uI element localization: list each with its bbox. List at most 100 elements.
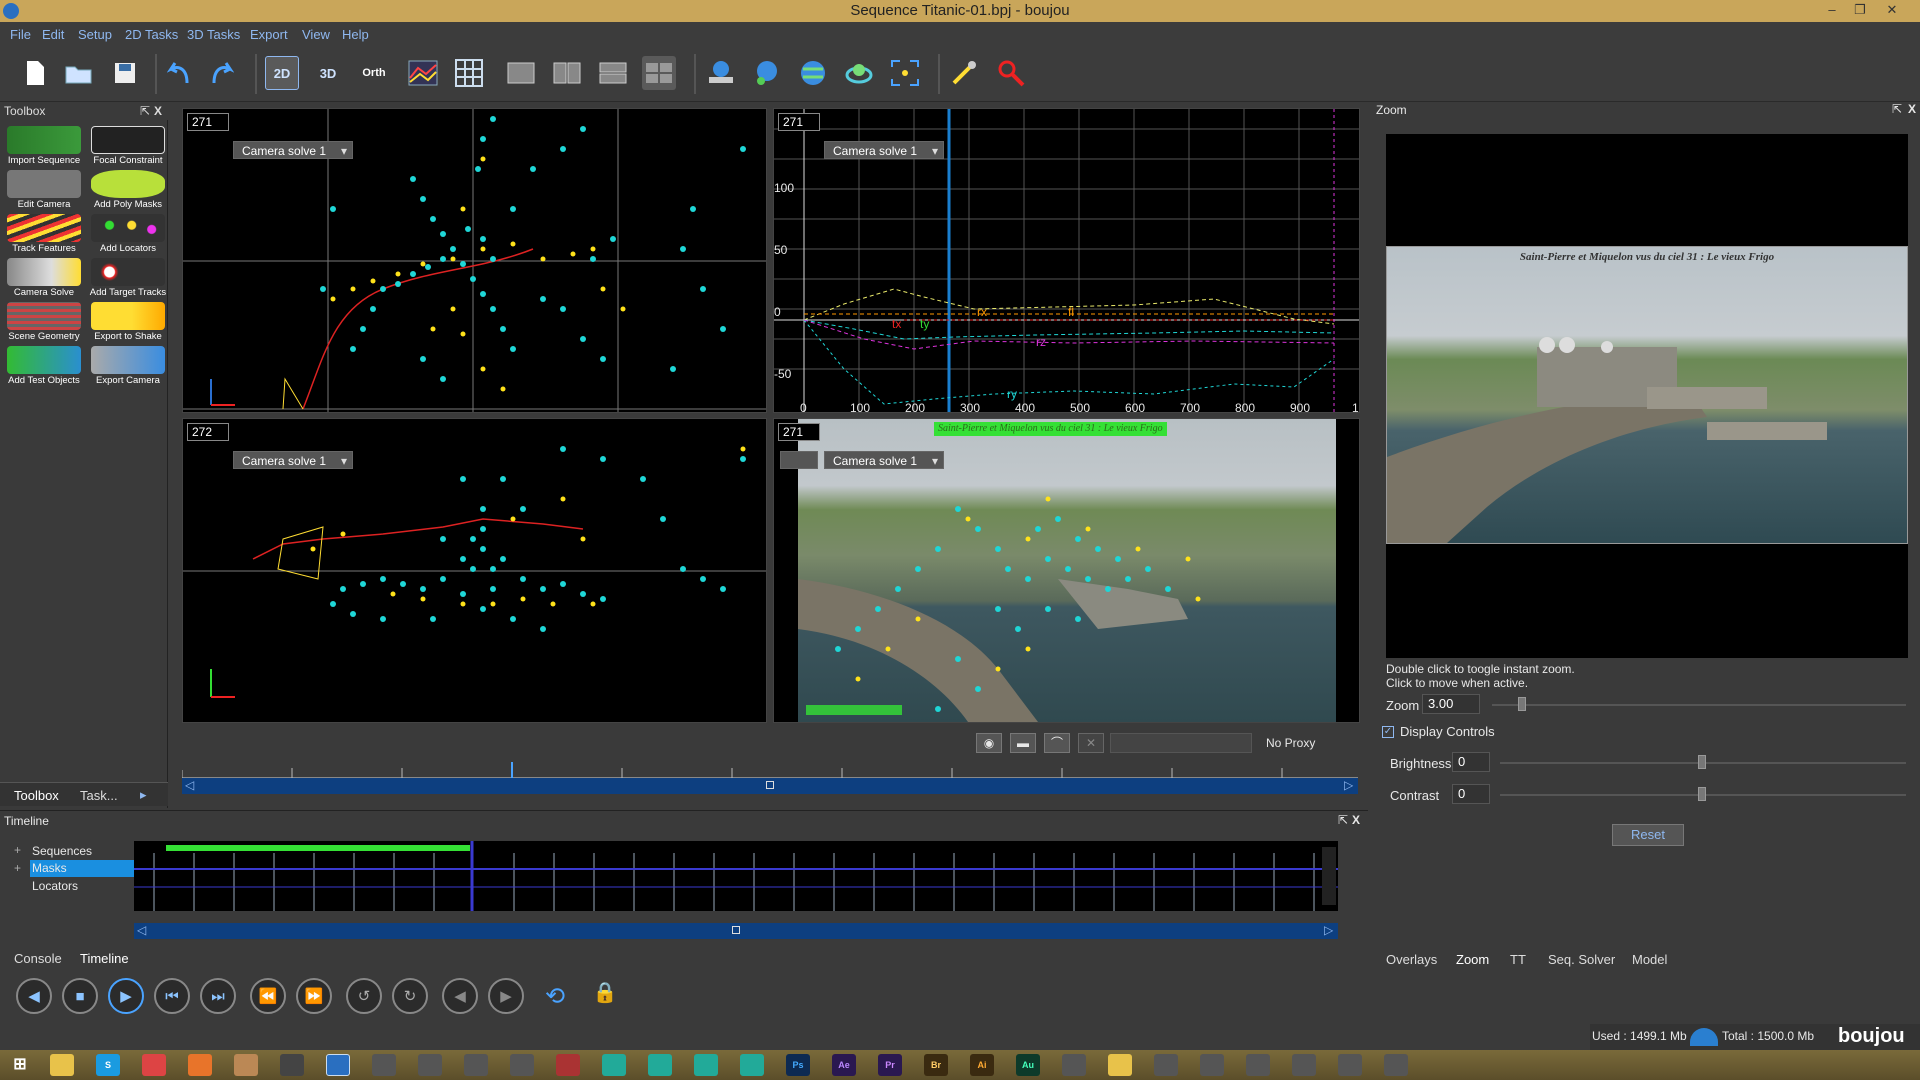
viewport-bottom-left[interactable]: 272 Camera solve 1 — [182, 418, 767, 723]
layout-single-icon[interactable] — [504, 56, 538, 90]
timeline-close-icon[interactable]: X — [1352, 813, 1360, 827]
zoom-view[interactable]: Saint-Pierre et Miquelon vus du ciel 31 … — [1386, 134, 1908, 658]
tab-seq-solver[interactable]: Seq. Solver — [1548, 952, 1615, 967]
frame-number-box[interactable]: 271 — [778, 113, 820, 131]
lock-icon[interactable]: 🔒 — [590, 980, 620, 1010]
tool-scene-geometry[interactable]: Scene Geometry — [4, 300, 84, 344]
tab-scroll-icon[interactable]: ▸ — [140, 787, 147, 803]
app-icon[interactable] — [280, 1054, 304, 1076]
clear-icon[interactable]: ✕ — [1078, 733, 1104, 753]
frame-number-box[interactable]: 271 — [778, 423, 820, 441]
expand-icon[interactable]: + — [14, 843, 21, 857]
tree-item-masks[interactable]: Masks — [30, 860, 134, 877]
app-icon[interactable] — [1200, 1054, 1224, 1076]
timeline-tracks[interactable] — [134, 841, 1338, 911]
firefox-icon[interactable] — [188, 1054, 212, 1076]
timeline-vscroll[interactable] — [1322, 847, 1336, 905]
camera-select[interactable]: Camera solve 1 — [233, 141, 353, 160]
minimize-icon[interactable]: – — [1818, 0, 1846, 22]
wand-tool-icon[interactable] — [948, 56, 982, 90]
app-icon[interactable] — [1384, 1054, 1408, 1076]
expand-icon[interactable]: + — [14, 861, 21, 875]
pin-icon[interactable]: ⇱ — [140, 102, 150, 120]
menu-setup[interactable]: Setup — [78, 27, 112, 42]
app-icon[interactable] — [1154, 1054, 1178, 1076]
after-effects-icon[interactable]: Ae — [832, 1054, 856, 1076]
scroll-thumb[interactable] — [732, 926, 740, 934]
layout-stack-icon[interactable] — [596, 56, 630, 90]
bridge-icon[interactable]: Br — [924, 1054, 948, 1076]
tree-item-sequences[interactable]: Sequences — [32, 844, 92, 858]
scroll-left-icon[interactable]: ◁ — [185, 778, 194, 792]
menu-file[interactable]: File — [10, 27, 31, 42]
view-2d-button[interactable]: 2D — [265, 56, 299, 90]
tab-timeline[interactable]: Timeline — [80, 951, 129, 966]
skype-icon[interactable]: S — [96, 1054, 120, 1076]
zoom-slider-track[interactable] — [1492, 704, 1906, 706]
viewport-top-left[interactable]: 271 Camera solve 1 — [182, 108, 767, 413]
viewport-camera[interactable]: Saint-Pierre et Miquelon vus du ciel 31 … — [773, 418, 1360, 723]
scroll-left-icon[interactable]: ◁ — [137, 923, 146, 937]
restore-icon[interactable]: ❐ — [1846, 0, 1874, 22]
boujou-task-icon[interactable] — [326, 1054, 350, 1076]
app-icon[interactable] — [694, 1054, 718, 1076]
redo-icon[interactable] — [205, 56, 239, 90]
globe-tool-icon[interactable] — [796, 56, 830, 90]
menu-edit[interactable]: Edit — [42, 27, 64, 42]
illustrator-icon[interactable]: Ai — [970, 1054, 994, 1076]
app-icon[interactable] — [510, 1054, 534, 1076]
grid-view-icon[interactable] — [452, 56, 486, 90]
proxy-field[interactable] — [1110, 733, 1252, 753]
tab-console[interactable]: Console — [14, 951, 62, 966]
play-backward-icon[interactable]: ◀ — [16, 978, 52, 1014]
app-icon[interactable] — [464, 1054, 488, 1076]
menu-2d-tasks[interactable]: 2D Tasks — [125, 27, 178, 42]
new-file-icon[interactable] — [18, 56, 52, 90]
app-icon[interactable] — [602, 1054, 626, 1076]
loop-back-icon[interactable]: ↺ — [346, 978, 382, 1014]
zoom-slider-knob[interactable] — [1518, 697, 1526, 711]
stop-icon[interactable]: ■ — [62, 978, 98, 1014]
search-key-icon[interactable] — [994, 56, 1028, 90]
tool-import-sequence[interactable]: Import Sequence — [4, 124, 84, 168]
display-option-button[interactable] — [780, 451, 818, 469]
contrast-input[interactable]: 0 — [1452, 784, 1490, 804]
tab-tt[interactable]: TT — [1510, 952, 1526, 967]
camera-select[interactable]: Camera solve 1 — [824, 141, 944, 160]
tool-add-poly-masks[interactable]: Add Poly Masks — [88, 168, 168, 212]
tab-overlays[interactable]: Overlays — [1386, 952, 1437, 967]
undo-icon[interactable] — [162, 56, 196, 90]
key-next-icon[interactable]: ▶ — [488, 978, 524, 1014]
snapshot-icon[interactable]: ◉ — [976, 733, 1002, 753]
pin-icon[interactable]: ⇱ — [1338, 813, 1348, 827]
app-icon[interactable] — [1338, 1054, 1362, 1076]
app-icon[interactable] — [234, 1054, 258, 1076]
tool-edit-camera[interactable]: Edit Camera — [4, 168, 84, 212]
close-icon[interactable]: ✕ — [1878, 0, 1906, 22]
tab-model[interactable]: Model — [1632, 952, 1667, 967]
layout-quad-icon[interactable] — [642, 56, 676, 90]
tab-zoom[interactable]: Zoom — [1456, 952, 1489, 967]
app-icon[interactable] — [372, 1054, 396, 1076]
scroll-right-icon[interactable]: ▷ — [1324, 923, 1333, 937]
app-icon[interactable] — [556, 1054, 580, 1076]
tool-add-target-tracks[interactable]: Add Target Tracks — [88, 256, 168, 300]
contrast-slider-knob[interactable] — [1698, 787, 1706, 801]
camera-select[interactable]: Camera solve 1 — [233, 451, 353, 470]
brightness-input[interactable]: 0 — [1452, 752, 1490, 772]
key-prev-icon[interactable]: ◀ — [442, 978, 478, 1014]
camera-select[interactable]: Camera solve 1 — [824, 451, 944, 470]
app-icon[interactable] — [648, 1054, 672, 1076]
app-icon[interactable] — [418, 1054, 442, 1076]
frame-number-box[interactable]: 271 — [187, 113, 229, 131]
step-back-icon[interactable]: ⏮ — [154, 978, 190, 1014]
scroll-right-icon[interactable]: ▷ — [1344, 778, 1353, 792]
tool-export-to-shake[interactable]: Export to Shake — [88, 300, 168, 344]
zoom-close-icon[interactable]: X — [1908, 102, 1916, 116]
menu-3d-tasks[interactable]: 3D Tasks — [187, 27, 240, 42]
rewind-icon[interactable]: ⏪ — [250, 978, 286, 1014]
frame-fit-icon[interactable] — [888, 56, 922, 90]
view-3d-button[interactable]: 3D — [311, 56, 345, 90]
layout-split-icon[interactable] — [550, 56, 584, 90]
tab-task[interactable]: Task... — [80, 788, 118, 803]
